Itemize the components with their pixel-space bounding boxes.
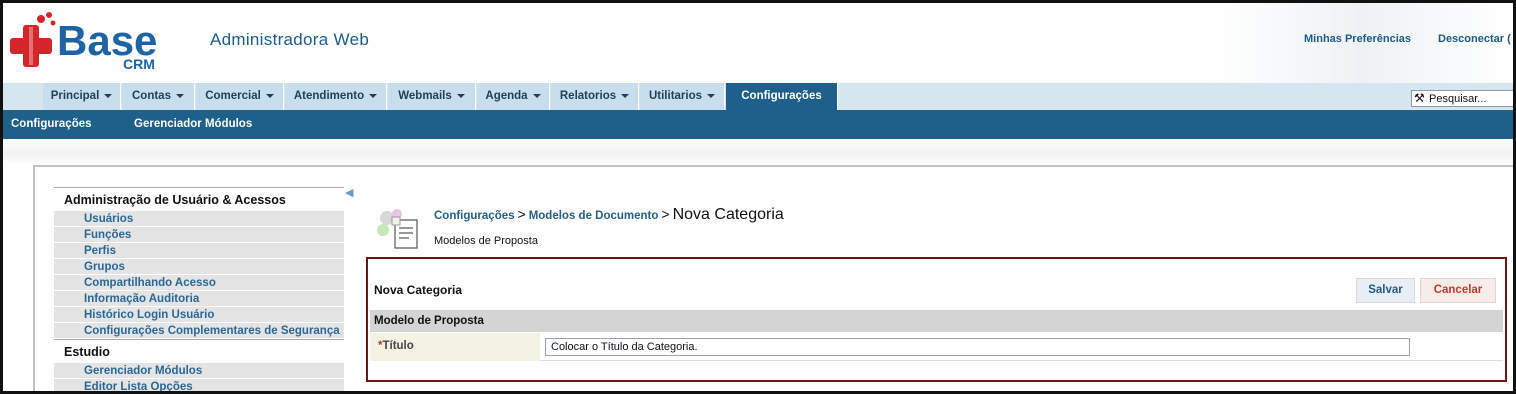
cancel-button[interactable]: Cancelar xyxy=(1420,278,1496,303)
app-frame: Base CRM Administradora Web Minhas Prefe… xyxy=(0,0,1516,394)
subnav-gerenciador-modulos[interactable]: Gerenciador Módulos xyxy=(134,110,252,139)
titulo-input[interactable] xyxy=(545,338,1410,356)
app-title: Administradora Web xyxy=(210,30,370,49)
chevron-down-icon xyxy=(104,93,113,98)
sidebar-item-usuarios[interactable]: Usuários xyxy=(54,211,344,227)
tab-label: Utilitarios xyxy=(648,90,703,102)
tab-label: Webmails xyxy=(398,90,452,102)
chevron-down-icon xyxy=(175,93,184,98)
sidebar-item-compartilhando-acesso[interactable]: Compartilhando Acesso xyxy=(54,275,344,291)
sidebar-item-grupos[interactable]: Grupos xyxy=(54,259,344,275)
chevron-down-icon xyxy=(621,93,630,98)
collapse-sidebar-icon[interactable]: ◀ xyxy=(345,186,353,199)
tab-label: Configurações xyxy=(741,90,822,102)
breadcrumb-configuracoes[interactable]: Configurações xyxy=(434,210,515,222)
tab-configuracoes[interactable]: Configurações xyxy=(726,83,838,110)
preferences-link[interactable]: Minhas Preferências xyxy=(1304,33,1411,45)
breadcrumb-separator: > xyxy=(517,206,526,222)
tab-agenda[interactable]: Agenda xyxy=(477,83,550,110)
sidebar-heading-admin: Administração de Usuário & Acessos xyxy=(54,187,344,211)
document-module-icon xyxy=(377,209,418,249)
tab-comercial[interactable]: Comercial xyxy=(196,83,284,110)
sidebar-item-config-seguranca[interactable]: Configurações Complementares de Seguranç… xyxy=(54,323,344,339)
medical-cross-icon xyxy=(10,12,56,67)
chevron-down-icon xyxy=(707,93,716,98)
tab-label: Comercial xyxy=(205,90,261,102)
page-title: Nova Categoria xyxy=(672,206,784,223)
sub-nav: Configurações Gerenciador Módulos xyxy=(3,110,1513,139)
tab-principal[interactable]: Principal xyxy=(43,83,121,110)
tab-contas[interactable]: Contas xyxy=(122,83,195,110)
tools-icon[interactable]: ⚒ xyxy=(1414,91,1425,105)
tab-label: Agenda xyxy=(485,90,528,102)
breadcrumb-modelos-documento[interactable]: Modelos de Documento xyxy=(529,210,659,222)
logout-link[interactable]: Desconectar ( xyxy=(1438,33,1511,45)
divider-band xyxy=(3,139,1513,166)
breadcrumb-separator: > xyxy=(661,206,670,222)
sidebar-item-funcoes[interactable]: Funções xyxy=(54,227,344,243)
search-input[interactable] xyxy=(1411,90,1513,107)
logo-crm-text: CRM xyxy=(123,56,155,72)
sidebar-item-historico-login[interactable]: Histórico Login Usuário xyxy=(54,307,344,323)
tab-label: Contas xyxy=(132,90,171,102)
chevron-down-icon xyxy=(456,93,465,98)
tab-label: Atendimento xyxy=(293,90,365,102)
save-button[interactable]: Salvar xyxy=(1356,278,1415,303)
sidebar-heading-estudio: Estudio xyxy=(54,339,344,363)
tab-utilitarios[interactable]: Utilitarios xyxy=(640,83,725,110)
sidebar: Administração de Usuário & Acessos Usuár… xyxy=(54,187,344,391)
sidebar-item-informacao-auditoria[interactable]: Informação Auditoria xyxy=(54,291,344,307)
basecrm-logo: Base CRM xyxy=(10,12,157,72)
breadcrumb: Configurações > Modelos de Documento > Nova … xyxy=(434,206,784,224)
sidebar-item-perfis[interactable]: Perfis xyxy=(54,243,344,259)
field-label: *Título xyxy=(370,333,540,361)
page-subtitle: Modelos de Proposta xyxy=(434,235,538,247)
tab-label: Principal xyxy=(50,90,100,102)
header: Base CRM Administradora Web Minhas Prefe… xyxy=(3,3,1513,83)
chevron-down-icon xyxy=(265,93,274,98)
tab-relatorios[interactable]: Relatorios xyxy=(551,83,639,110)
subnav-configuracoes[interactable]: Configurações xyxy=(11,110,92,139)
edit-form-panel: Nova Categoria Salvar Cancelar Modelo de… xyxy=(366,257,1507,382)
sidebar-item-editor-lista-opcoes[interactable]: Editor Lista Opções xyxy=(54,379,344,391)
main-nav: Principal Contas Comercial Atendimento W… xyxy=(3,83,1513,110)
field-label-text: Título xyxy=(382,340,414,352)
tab-label: Relatorios xyxy=(559,90,617,102)
tab-atendimento[interactable]: Atendimento xyxy=(285,83,387,110)
tab-webmails[interactable]: Webmails xyxy=(388,83,476,110)
sidebar-item-gerenciador-modulos[interactable]: Gerenciador Módulos xyxy=(54,363,344,379)
chevron-down-icon xyxy=(369,93,378,98)
form-title: Nova Categoria xyxy=(374,283,463,297)
chevron-down-icon xyxy=(532,93,541,98)
form-row-titulo: *Título xyxy=(370,333,1503,361)
section-header: Modelo de Proposta xyxy=(370,310,1503,332)
